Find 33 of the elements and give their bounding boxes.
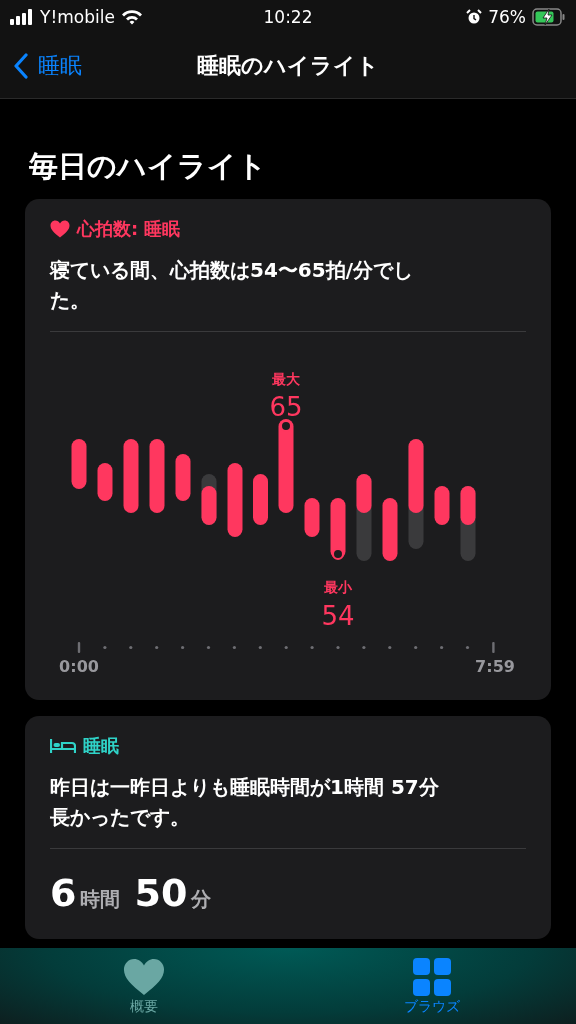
tab-item[interactable]: 概要 — [0, 948, 288, 1024]
highlight-card[interactable]: 心拍数: 睡眠 寝ている間、心拍数は54〜65拍/分でした。 最大 65 最小 54 0:00 7:59 — [25, 199, 551, 700]
heart-icon — [50, 220, 70, 238]
tab-item[interactable]: ブラウズ — [288, 948, 576, 1024]
min-value: 54 — [321, 601, 355, 631]
card-title: 睡眠 — [83, 734, 119, 758]
summary-text: 寝ている間、心拍数は54〜65拍/分でした。 — [50, 257, 414, 314]
min-label: 最小 — [324, 579, 352, 595]
signal-icon — [10, 9, 34, 25]
summary-text: 昨日は一昨日よりも睡眠時間が1時間 57分長かったです。 — [50, 774, 440, 831]
alarm-clock-icon — [466, 9, 483, 25]
card-title: 心拍数: 睡眠 — [77, 217, 181, 241]
section-heading: 毎日のハイライト — [29, 148, 268, 185]
highlight-card[interactable]: 睡眠 昨日は一昨日よりも睡眠時間が1時間 57分長かったです。 6 時間 50 分 — [25, 716, 551, 939]
clock-time: 10:22 — [263, 7, 313, 27]
axis-start-label: 0:00 — [59, 657, 99, 676]
back-button[interactable]: 睡眠 — [0, 51, 82, 81]
max-value: 65 — [269, 392, 303, 422]
chevron-left-icon — [14, 53, 28, 79]
duration-unit: 時間 — [80, 886, 121, 913]
duration-value: 6 — [50, 871, 77, 915]
bed-icon — [50, 738, 76, 754]
heart-icon — [122, 958, 166, 996]
grid-icon — [413, 958, 451, 996]
axis-end-label: 7:59 — [475, 657, 515, 676]
battery-percent: 76% — [488, 7, 526, 27]
carrier-name: Y!mobile — [40, 7, 115, 27]
battery-charging-icon — [532, 8, 566, 26]
duration-unit: 分 — [191, 886, 212, 913]
page-title: 睡眠のハイライト — [197, 52, 379, 80]
wifi-icon — [120, 9, 143, 25]
duration-value: 50 — [134, 871, 188, 915]
max-label: 最大 — [272, 371, 300, 387]
